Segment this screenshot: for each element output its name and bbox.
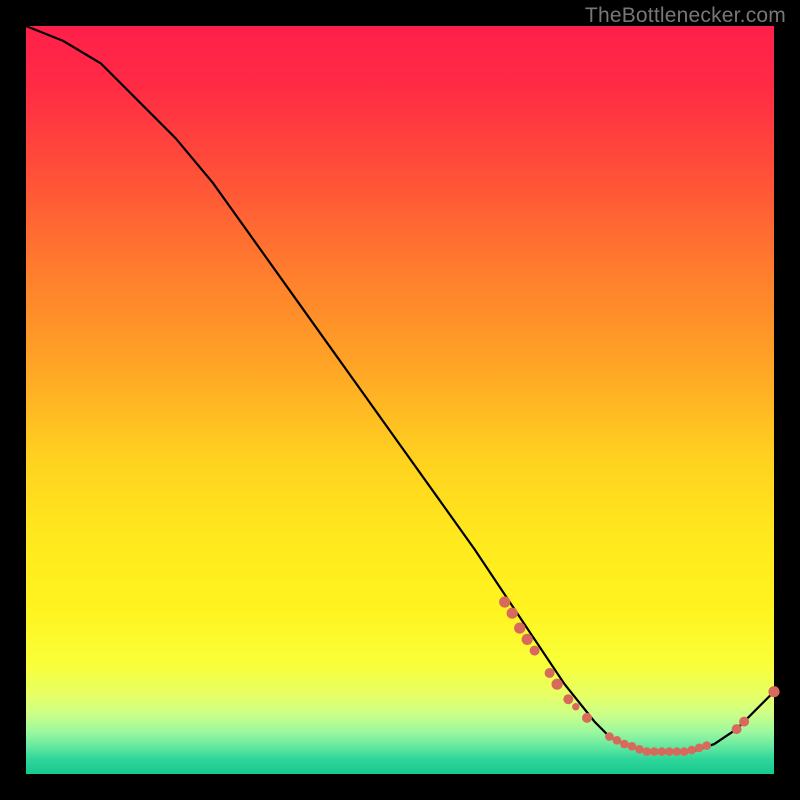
plot-area	[26, 26, 774, 774]
marker-dot	[628, 742, 637, 751]
marker-dot	[582, 713, 592, 723]
marker-dot	[687, 746, 696, 755]
watermark-text: TheBottlenecker.com	[585, 4, 786, 28]
marker-group	[499, 596, 780, 755]
marker-dot	[650, 747, 659, 756]
marker-dot	[552, 679, 563, 690]
marker-dot	[507, 608, 518, 619]
marker-dot	[635, 745, 644, 754]
marker-dot	[680, 747, 689, 756]
marker-dot	[613, 736, 622, 745]
marker-dot	[658, 747, 667, 756]
marker-dot	[530, 646, 540, 656]
bottleneck-curve	[26, 26, 774, 752]
chart-svg	[26, 26, 774, 774]
marker-dot	[643, 747, 652, 756]
chart-frame: TheBottlenecker.com	[0, 0, 800, 800]
marker-dot	[514, 623, 525, 634]
marker-dot	[695, 744, 704, 753]
marker-dot	[739, 717, 749, 727]
marker-dot	[702, 741, 711, 750]
marker-dot	[545, 668, 555, 678]
marker-dot	[768, 686, 779, 697]
marker-dot	[605, 732, 614, 741]
marker-dot	[665, 747, 674, 756]
marker-dot	[522, 634, 533, 645]
marker-dot	[572, 703, 579, 710]
marker-dot	[620, 740, 629, 749]
marker-dot	[673, 747, 682, 756]
marker-dot	[563, 694, 573, 704]
marker-dot	[499, 596, 510, 607]
marker-dot	[732, 724, 742, 734]
